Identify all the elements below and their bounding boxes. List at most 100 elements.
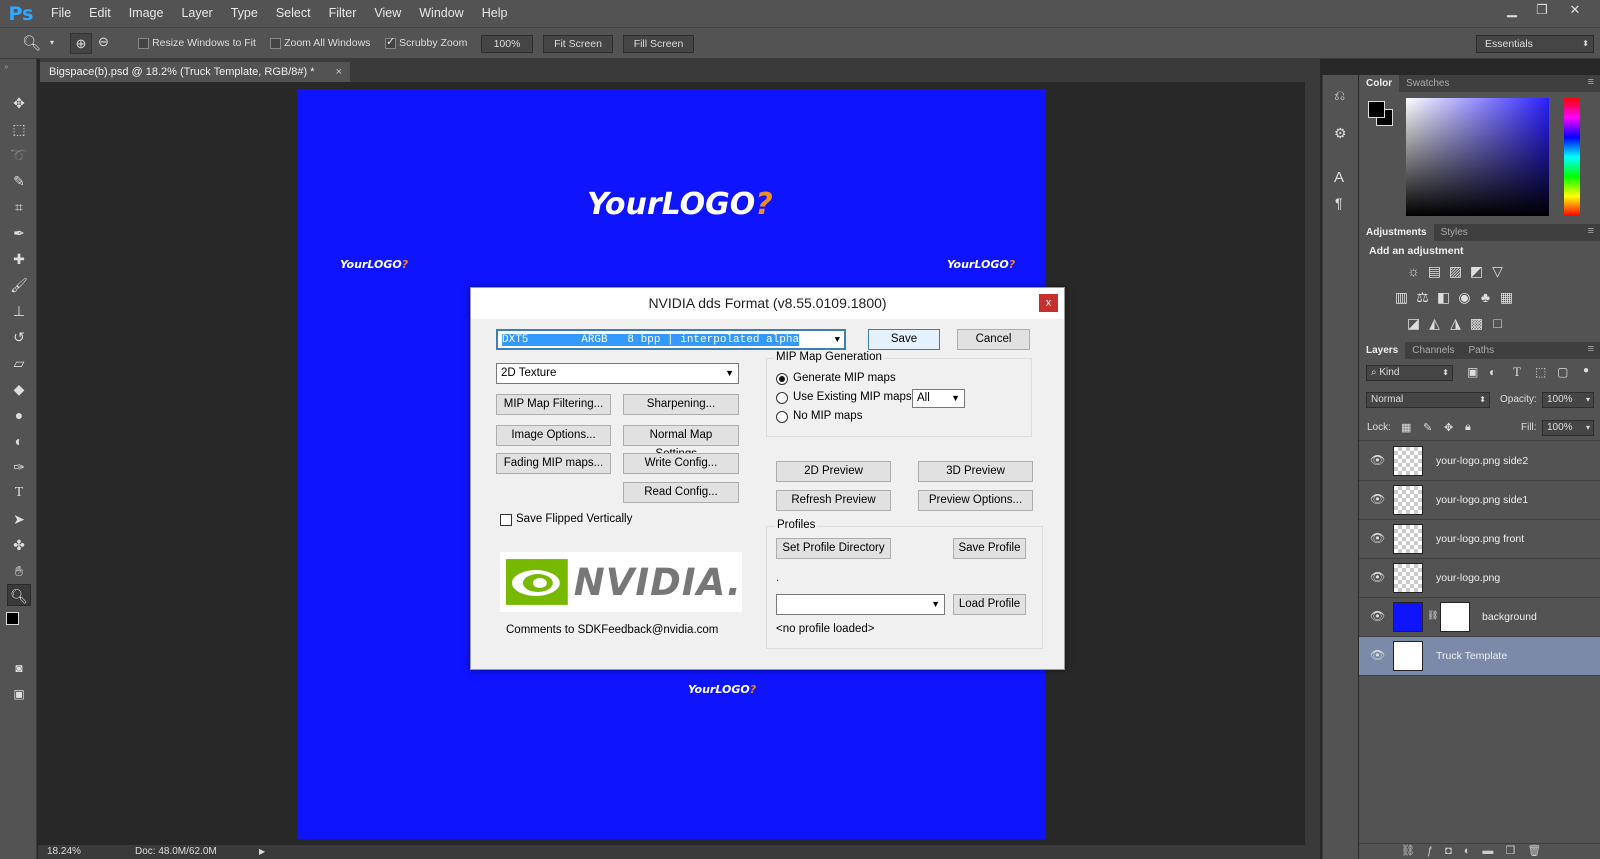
blend-mode-select[interactable]: Normal ⬍ <box>1366 392 1490 408</box>
mask-link-icon[interactable]: ⛓ <box>1427 610 1438 621</box>
quick-mask-icon[interactable]: ◙ <box>7 657 31 679</box>
tool-preset-arrow-icon[interactable]: ▾ <box>50 38 54 47</box>
scrubby-zoom-checkbox[interactable] <box>385 35 396 49</box>
tab-adjustments[interactable]: Adjustments <box>1359 224 1434 241</box>
tab-color[interactable]: Color <box>1359 75 1400 92</box>
foreground-color-swatch[interactable] <box>6 612 19 625</box>
link-layers-icon[interactable]: ⛓ <box>1401 845 1427 857</box>
zoom-tool-selected-icon[interactable]: 🔍︎ <box>7 584 31 606</box>
fg-color-swatch[interactable] <box>1368 101 1385 118</box>
photo-filter-icon[interactable]: ◉ <box>1456 289 1473 305</box>
cancel-button[interactable]: Cancel <box>957 329 1030 350</box>
no-mip-radio[interactable] <box>776 411 788 423</box>
normal-map-settings-button[interactable]: Normal Map Settings... <box>623 425 739 460</box>
layer-row[interactable]: 👁︎ ⛓ background <box>1359 598 1600 637</box>
new-adjustment-icon[interactable]: ◐ <box>1464 845 1483 857</box>
shape-tool-icon[interactable]: ✤ <box>7 534 31 556</box>
crop-tool-icon[interactable]: ⌗ <box>7 196 31 218</box>
lock-position-icon[interactable]: ✥ <box>1444 421 1453 434</box>
write-config-button[interactable]: Write Config... <box>623 453 739 474</box>
screen-mode-icon[interactable]: ▣ <box>7 683 31 705</box>
preview-options-button[interactable]: Preview Options... <box>918 490 1033 511</box>
profile-select[interactable]: ▼ <box>776 594 945 615</box>
set-profile-directory-button[interactable]: Set Profile Directory <box>776 538 891 559</box>
dialog-close-button[interactable]: x <box>1039 294 1058 312</box>
save-profile-button[interactable]: Save Profile <box>953 538 1026 559</box>
filter-shape-icon[interactable]: ⬚ <box>1535 365 1546 379</box>
tab-paths[interactable]: Paths <box>1462 342 1502 359</box>
layer-row[interactable]: 👁︎ your-logo.png side2 <box>1359 442 1600 481</box>
posterize-icon[interactable]: ◭ <box>1426 315 1443 331</box>
new-layer-icon[interactable]: ❐ <box>1505 845 1527 857</box>
tab-styles[interactable]: Styles <box>1434 224 1475 241</box>
vertical-scrollbar[interactable] <box>1305 82 1320 845</box>
marquee-tool-icon[interactable]: ⬚ <box>7 118 31 140</box>
menu-help[interactable]: Help <box>473 0 517 27</box>
tab-channels[interactable]: Channels <box>1405 342 1461 359</box>
healing-brush-tool-icon[interactable]: ✚ <box>7 248 31 270</box>
visibility-eye-icon[interactable]: 👁︎ <box>1370 531 1385 545</box>
zoom-in-icon[interactable]: ⊕ <box>70 33 92 54</box>
layer-row[interactable]: 👁︎ your-logo.png <box>1359 559 1600 598</box>
use-existing-mip-radio[interactable] <box>776 392 788 404</box>
document-tab[interactable]: Bigspace(b).psd @ 18.2% (Truck Template,… <box>40 62 350 83</box>
close-window-button[interactable]: ✕ <box>1560 0 1590 20</box>
workspace-select[interactable]: Essentials ⬍ <box>1476 35 1594 53</box>
panel-menu-icon[interactable]: ≡ <box>1588 225 1594 237</box>
panel-menu-icon[interactable]: ≡ <box>1588 343 1594 355</box>
filter-pixel-icon[interactable]: ▣ <box>1467 365 1478 379</box>
visibility-eye-icon[interactable]: 👁︎ <box>1370 609 1385 623</box>
filter-smart-icon[interactable]: ▢ <box>1557 365 1568 379</box>
color-balance-icon[interactable]: ⚖ <box>1414 289 1431 305</box>
menu-image[interactable]: Image <box>120 0 173 27</box>
restore-button[interactable]: ❐ <box>1527 0 1557 20</box>
layer-row[interactable]: 👁︎ your-logo.png side1 <box>1359 481 1600 520</box>
visibility-eye-icon[interactable]: 👁︎ <box>1370 453 1385 467</box>
eraser-tool-icon[interactable]: ▱ <box>7 352 31 374</box>
lock-transparent-icon[interactable]: ▦ <box>1401 421 1411 434</box>
delete-layer-icon[interactable]: 🗑︎ <box>1527 845 1553 857</box>
mip-count-select[interactable]: All ▼ <box>912 389 965 408</box>
history-brush-tool-icon[interactable]: ↺ <box>7 326 31 348</box>
blur-tool-icon[interactable]: ● <box>7 404 31 426</box>
layer-row[interactable]: 👁︎ your-logo.png front <box>1359 520 1600 559</box>
type-tool-icon[interactable]: T <box>7 482 31 504</box>
hand-tool-icon[interactable]: ✋︎ <box>7 560 31 582</box>
zoom-tool-icon[interactable]: 🔍︎ <box>22 34 41 52</box>
fx-icon[interactable]: ƒ <box>1427 845 1445 857</box>
menu-layer[interactable]: Layer <box>172 0 221 27</box>
brightness-icon[interactable]: ☼ <box>1405 263 1422 279</box>
visibility-eye-icon[interactable]: 👁︎ <box>1370 492 1385 506</box>
2d-preview-button[interactable]: 2D Preview <box>776 461 891 482</box>
menu-window[interactable]: Window <box>410 0 472 27</box>
vibrance-icon[interactable]: ▽ <box>1489 263 1506 279</box>
menu-edit[interactable]: Edit <box>80 0 120 27</box>
zoom-100-button[interactable]: 100% <box>481 35 533 53</box>
new-group-icon[interactable]: ▬ <box>1482 845 1505 857</box>
save-button[interactable]: Save <box>868 329 940 350</box>
levels-icon[interactable]: ▤ <box>1426 263 1443 279</box>
layer-row-selected[interactable]: 👁︎ Truck Template <box>1359 637 1600 676</box>
invert-icon[interactable]: ◪ <box>1405 315 1422 331</box>
fading-mip-button[interactable]: Fading MIP maps... <box>496 453 611 474</box>
texture-type-select[interactable]: 2D Texture ▼ <box>496 363 739 384</box>
gradient-map-icon[interactable]: ▩ <box>1468 315 1485 331</box>
quick-select-tool-icon[interactable]: ✎ <box>7 170 31 192</box>
format-select[interactable]: DXT5 ARGB 8 bpp | interpolated alpha ▼ <box>496 329 846 350</box>
visibility-eye-icon[interactable]: 👁︎ <box>1370 648 1385 662</box>
lasso-tool-icon[interactable]: ➰ <box>7 144 31 166</box>
tab-swatches[interactable]: Swatches <box>1399 75 1456 92</box>
zoom-all-checkbox[interactable] <box>270 37 281 49</box>
generate-mip-radio[interactable] <box>776 373 788 385</box>
zoom-level[interactable]: 18.24% <box>47 845 81 859</box>
3d-preview-button[interactable]: 3D Preview <box>918 461 1033 482</box>
hue-saturation-icon[interactable]: ▥ <box>1393 289 1410 305</box>
paint-bucket-tool-icon[interactable]: ◆ <box>7 378 31 400</box>
menu-select[interactable]: Select <box>267 0 320 27</box>
read-config-button[interactable]: Read Config... <box>623 482 739 503</box>
resize-windows-checkbox[interactable] <box>138 37 149 49</box>
properties-panel-icon[interactable]: ⚙ <box>1334 125 1347 142</box>
black-white-icon[interactable]: ◧ <box>1435 289 1452 305</box>
paragraph-panel-icon[interactable]: ¶ <box>1335 195 1343 211</box>
fill-screen-button[interactable]: Fill Screen <box>623 35 694 53</box>
